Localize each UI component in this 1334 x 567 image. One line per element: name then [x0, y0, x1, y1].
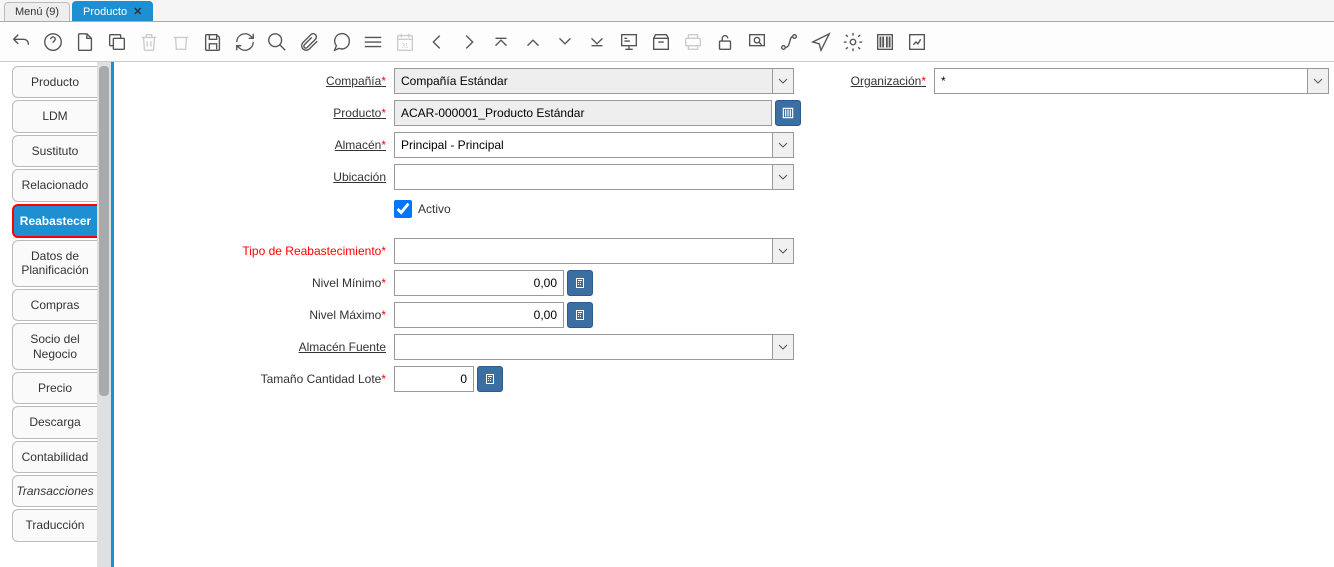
- zoom-across-icon[interactable]: [744, 29, 770, 55]
- producto-lookup-icon[interactable]: [775, 100, 801, 126]
- label-ubicacion: Ubicación: [134, 170, 394, 184]
- almacenfuente-dropdown-icon[interactable]: [772, 334, 794, 360]
- lock-icon[interactable]: [712, 29, 738, 55]
- label-nivelmin: Nivel Mínimo*: [134, 276, 394, 290]
- prev-record-icon[interactable]: [520, 29, 546, 55]
- help-icon[interactable]: [40, 29, 66, 55]
- sidebar-item-precio[interactable]: Precio: [12, 372, 97, 404]
- close-icon[interactable]: ✕: [133, 5, 142, 18]
- label-almacen: Almacén*: [134, 138, 394, 152]
- sidebar-item-socio[interactable]: Socio del Negocio: [12, 323, 97, 370]
- go-back-icon[interactable]: [424, 29, 450, 55]
- refresh-icon[interactable]: [232, 29, 258, 55]
- ubicacion-dropdown-icon[interactable]: [772, 164, 794, 190]
- grid-icon[interactable]: [360, 29, 386, 55]
- lote-calc-icon[interactable]: [477, 366, 503, 392]
- label-compania: Compañía*: [134, 74, 394, 88]
- sidebar-item-compras[interactable]: Compras: [12, 289, 97, 321]
- workflow-icon[interactable]: [776, 29, 802, 55]
- tab-menu-label: Menú (9): [15, 6, 59, 18]
- search-icon[interactable]: [264, 29, 290, 55]
- nivelmax-calc-icon[interactable]: [567, 302, 593, 328]
- main-area: Producto LDM Sustituto Relacionado Reaba…: [0, 62, 1334, 567]
- label-producto: Producto*: [134, 106, 394, 120]
- sidebar-item-descarga[interactable]: Descarga: [12, 406, 97, 438]
- activo-checkbox[interactable]: [394, 200, 412, 218]
- compania-field[interactable]: [394, 68, 772, 94]
- tab-menu[interactable]: Menú (9): [4, 2, 70, 21]
- window-tabs: Menú (9) Producto ✕: [0, 0, 1334, 22]
- nivelmax-field[interactable]: [394, 302, 564, 328]
- scrollbar-thumb[interactable]: [99, 66, 109, 396]
- organizacion-field[interactable]: [934, 68, 1307, 94]
- tab-producto[interactable]: Producto ✕: [72, 1, 153, 21]
- ubicacion-field[interactable]: [394, 164, 772, 190]
- toolbar: 31: [0, 22, 1334, 62]
- label-nivelmax: Nivel Máximo*: [134, 308, 394, 322]
- chat-icon[interactable]: [328, 29, 354, 55]
- almacenfuente-field[interactable]: [394, 334, 772, 360]
- sidebar: Producto LDM Sustituto Relacionado Reaba…: [0, 62, 97, 567]
- label-tipo: Tipo de Reabastecimiento*: [134, 244, 394, 258]
- delete-selection-icon: [168, 29, 194, 55]
- sidebar-item-traduccion[interactable]: Traducción: [12, 509, 97, 541]
- gear-icon[interactable]: [840, 29, 866, 55]
- tipo-dropdown-icon[interactable]: [772, 238, 794, 264]
- sidebar-item-relacionado[interactable]: Relacionado: [12, 169, 97, 201]
- new-icon[interactable]: [72, 29, 98, 55]
- next-record-icon[interactable]: [552, 29, 578, 55]
- save-icon[interactable]: [200, 29, 226, 55]
- go-forward-icon[interactable]: [456, 29, 482, 55]
- sidebar-item-contabilidad[interactable]: Contabilidad: [12, 441, 97, 473]
- tipo-field[interactable]: [394, 238, 772, 264]
- sidebar-item-ldm[interactable]: LDM: [12, 100, 97, 132]
- nivelmin-field[interactable]: [394, 270, 564, 296]
- svg-text:31: 31: [401, 42, 409, 49]
- lote-field[interactable]: [394, 366, 474, 392]
- form-area: Compañía* Organización* Produ: [114, 62, 1334, 567]
- organizacion-dropdown-icon[interactable]: [1307, 68, 1329, 94]
- activo-checkbox-wrap[interactable]: Activo: [394, 200, 451, 218]
- archive-icon[interactable]: [648, 29, 674, 55]
- product-info-icon[interactable]: [872, 29, 898, 55]
- label-almacenfuente: Almacén Fuente: [134, 340, 394, 354]
- sidebar-item-sustituto[interactable]: Sustituto: [12, 135, 97, 167]
- copy-icon[interactable]: [104, 29, 130, 55]
- undo-icon[interactable]: [8, 29, 34, 55]
- first-record-icon[interactable]: [488, 29, 514, 55]
- label-organizacion: Organización*: [814, 74, 934, 88]
- print-icon: [680, 29, 706, 55]
- calendar-icon: 31: [392, 29, 418, 55]
- chart-icon[interactable]: [904, 29, 930, 55]
- report-icon[interactable]: [616, 29, 642, 55]
- compania-dropdown-icon[interactable]: [772, 68, 794, 94]
- activo-label: Activo: [418, 202, 451, 216]
- almacen-field[interactable]: [394, 132, 772, 158]
- sidebar-item-reabastecer[interactable]: Reabastecer: [12, 204, 97, 238]
- sidebar-item-producto[interactable]: Producto: [12, 66, 97, 98]
- sidebar-item-planificacion[interactable]: Datos de Planificación: [12, 240, 97, 287]
- last-record-icon[interactable]: [584, 29, 610, 55]
- send-icon[interactable]: [808, 29, 834, 55]
- nivelmin-calc-icon[interactable]: [567, 270, 593, 296]
- almacen-dropdown-icon[interactable]: [772, 132, 794, 158]
- label-lote: Tamaño Cantidad Lote*: [134, 372, 394, 386]
- tab-producto-label: Producto: [83, 6, 127, 18]
- producto-field[interactable]: [394, 100, 772, 126]
- delete-icon: [136, 29, 162, 55]
- attach-icon[interactable]: [296, 29, 322, 55]
- sidebar-scrollbar[interactable]: [97, 62, 111, 567]
- sidebar-item-transacciones[interactable]: Transacciones: [12, 475, 97, 507]
